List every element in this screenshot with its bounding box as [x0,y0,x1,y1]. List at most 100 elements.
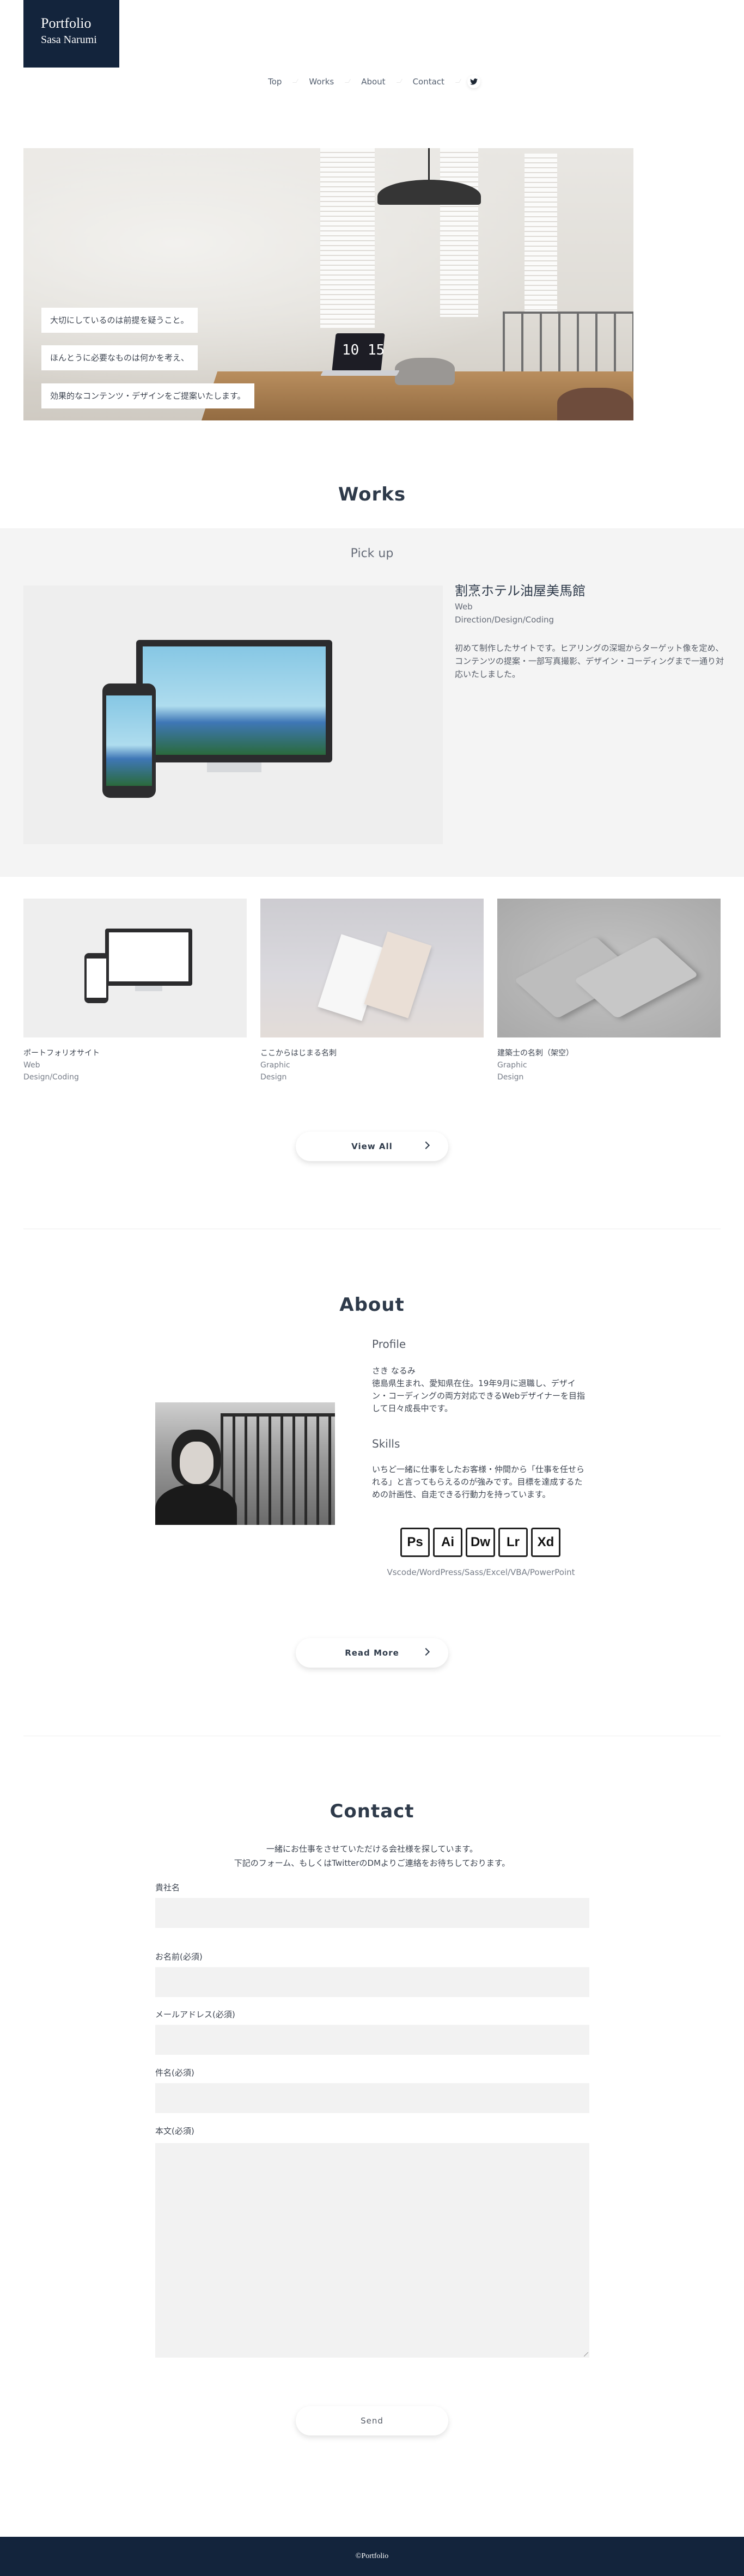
name-label: お名前(必須) [155,1952,203,1962]
pickup-description: 初めて制作したサイトです。ヒアリングの深堀からターゲット像を定め、コンテンツの提… [455,643,724,679]
profile-text: さき なるみ 徳島県生まれ、愛知県在住。19年9月に退職し、デザイン・コーディン… [372,1366,586,1413]
chevron-right-icon [422,1141,430,1150]
pickup-roles: Direction/Design/Coding [455,615,554,625]
nav-item-top[interactable]: Top [264,77,286,87]
pickup-info: 割烹ホテル油屋美馬館 Web Direction/Design/Coding 初… [455,582,727,681]
footer-copyright: ©Portfolio [355,2552,389,2560]
work-card-roles: Design/Coding [23,1073,79,1082]
contact-intro: 一緒にお仕事をさせていただける会社様を探しています。 下記のフォーム、もしくはT… [0,1842,744,1870]
monitor-mockup [136,640,332,772]
laptop-clock: 10 15 [342,342,385,358]
send-label: Send [361,2416,383,2426]
hero-message-1: 大切にしているのは前提を疑うこと。 [41,308,198,333]
hero-window-blind [320,148,375,328]
read-more-button[interactable]: Read More [296,1638,448,1668]
global-nav: Top Works About Contact [0,75,744,88]
skills-heading: Skills [372,1437,400,1450]
hero-window-blind [440,148,478,317]
send-button[interactable]: Send [296,2406,448,2435]
nav-item-contact[interactable]: Contact [408,77,449,87]
phone-mockup [102,683,156,798]
view-all-label: View All [351,1142,393,1151]
twitter-link[interactable] [467,75,480,88]
skill-badges: Ps Ai Dw Lr Xd [400,1528,560,1557]
footer: ©Portfolio [0,2537,744,2576]
work-card-name: ここからはじまる名刺 [260,1049,337,1058]
work-card-category: Graphic [260,1061,290,1070]
work-thumbnail [23,899,247,1037]
chair [395,358,455,385]
company-field[interactable] [155,1898,589,1928]
pickup-thumbnail[interactable] [23,585,443,844]
about-section-title: About [339,1294,405,1316]
work-card[interactable]: ここからはじまる名刺 Graphic Design [260,899,484,1083]
work-thumbnail [260,899,484,1037]
hero-message-3: 効果的なコンテンツ・デザインをご提案いたします。 [41,383,254,408]
contact-section-title: Contact [330,1800,414,1822]
work-card[interactable]: ポートフォリオサイト Web Design/Coding [23,899,247,1083]
nav-item-works[interactable]: Works [304,77,338,87]
profile-heading: Profile [372,1338,406,1351]
pickup-title[interactable]: 割烹ホテル油屋美馬館 [455,582,727,600]
phone-screen [87,959,106,998]
profile-photo [155,1402,335,1525]
phone-mockup [84,953,108,1003]
work-thumbnail [497,899,721,1037]
laptop-base [320,370,400,376]
monitor-screen [109,932,188,981]
lightroom-icon: Lr [498,1528,528,1557]
work-card-category: Graphic [497,1061,527,1070]
email-field[interactable] [155,2025,589,2055]
subject-field[interactable] [155,2083,589,2113]
view-all-button[interactable]: View All [296,1132,448,1161]
works-section-title: Works [338,484,406,505]
work-card-name: 建築士の名刺（架空） [497,1049,574,1058]
pickup-category: Web [455,602,473,612]
phone-screen [106,695,152,786]
photoshop-icon: Ps [400,1528,430,1557]
dreamweaver-icon: Dw [466,1528,495,1557]
work-card-name: ポートフォリオサイト [23,1049,100,1058]
body-textarea[interactable] [155,2143,589,2358]
monitor-stand [135,986,162,991]
logo-title: Portfolio [41,15,92,31]
email-label: メールアドレス(必須) [155,2010,235,2019]
xd-icon: Xd [531,1528,560,1557]
work-card-category: Web [23,1061,40,1070]
skills-block: Skills いちど一緒に仕事をしたお客様・仲間から「仕事を任せられる」と言って… [372,1437,590,1501]
contact-intro-line2: 下記のフォーム、もしくはTwitterのDMよりご連絡をお待ちしております。 [234,1858,510,1868]
monitor-mockup [105,929,192,986]
photo-face [180,1442,214,1484]
chair [557,388,633,420]
photo-railing [221,1413,335,1525]
hero-image: 10 15 大切にしているのは前提を疑うこと。 ほんとうに必要なものは何かを考え… [23,148,633,420]
nav-separator [286,79,304,84]
illustrator-icon: Ai [433,1528,462,1557]
profile-block: Profile さき なるみ 徳島県生まれ、愛知県在住。19年9月に退職し、デザ… [372,1338,590,1415]
monitor-screen [143,646,326,755]
lamp-cord [428,148,430,181]
chevron-right-icon [422,1647,430,1656]
twitter-bird-icon [469,78,478,85]
name-field[interactable] [155,1967,589,1997]
logo-owner-name: Sasa Narumi [41,34,97,46]
body-label: 本文(必須) [155,2126,194,2136]
contact-intro-line1: 一緒にお仕事をさせていただける会社様を探しています。 [266,1844,478,1854]
hero-window-blind [525,154,557,312]
subject-label: 件名(必須) [155,2068,194,2078]
nav-separator [390,79,408,84]
site-logo[interactable]: Portfolio Sasa Narumi [23,0,119,68]
work-card-roles: Design [497,1073,524,1082]
work-card[interactable]: 建築士の名刺（架空） Graphic Design [497,899,721,1083]
read-more-label: Read More [345,1648,399,1658]
hero-message-2: ほんとうに必要なものは何かを考え、 [41,345,198,370]
monitor-stand [207,762,261,772]
nav-separator [449,79,467,84]
company-label: 貴社名 [155,1883,180,1893]
tools-list: Vscode/WordPress/Sass/Excel/VBA/PowerPoi… [387,1567,575,1577]
skills-text: いちど一緒に仕事をしたお客様・仲間から「仕事を任せられる」と言ってもらえるのが強… [372,1464,585,1499]
nav-separator [338,79,357,84]
nav-item-about[interactable]: About [357,77,389,87]
hero-railing [503,312,633,377]
work-card-roles: Design [260,1073,287,1082]
